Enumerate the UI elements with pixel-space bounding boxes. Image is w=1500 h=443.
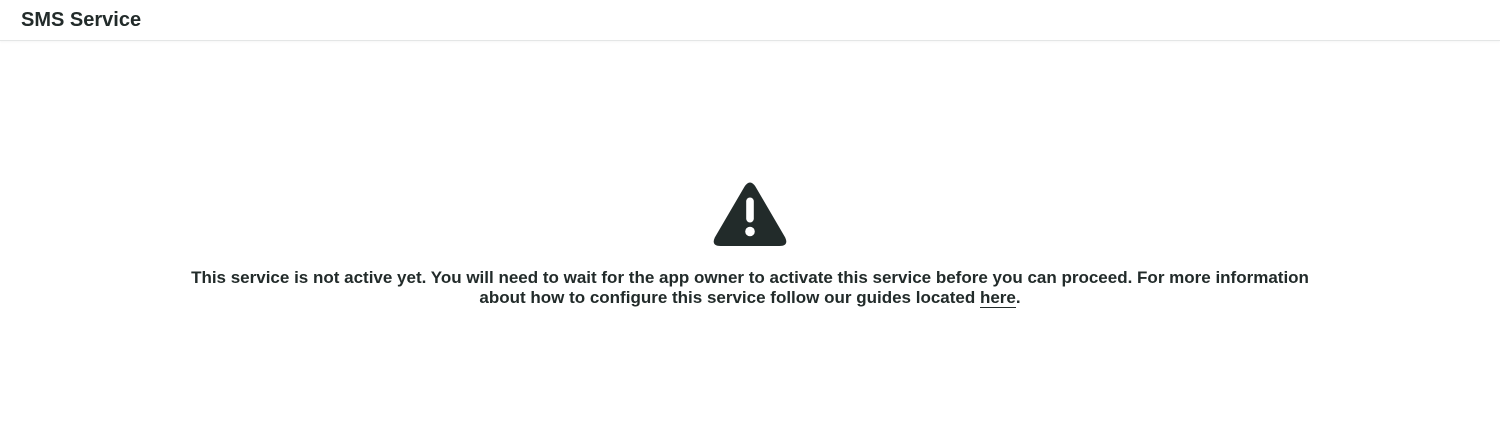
inactive-service-notice: This service is not active yet. You will… [190, 180, 1310, 308]
guides-link[interactable]: here [979, 288, 1016, 308]
notice-message-end: . [1015, 288, 1021, 307]
warning-icon [713, 182, 787, 246]
notice-message-text: This service is not active yet. You will… [191, 268, 1309, 307]
notice-message: This service is not active yet. You will… [190, 268, 1310, 308]
page-header: SMS Service [0, 0, 1500, 41]
page-title: SMS Service [21, 9, 142, 31]
